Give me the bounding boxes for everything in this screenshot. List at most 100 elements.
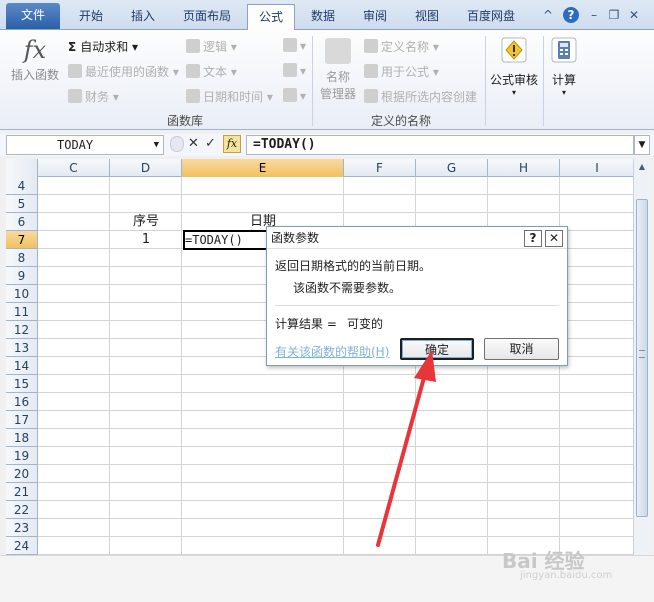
calculation-button[interactable]: 计算 ▾ — [546, 36, 582, 97]
cancel-icon[interactable]: ✕ — [188, 136, 199, 151]
select-all-corner[interactable] — [6, 159, 38, 177]
calculator-icon — [551, 37, 577, 63]
tab-home[interactable]: 开始 — [64, 4, 118, 30]
row-header-7[interactable]: 7 — [6, 231, 38, 249]
formula-bar: TODAY ▼ ✕ ✓ fx =TODAY() ▼ — [0, 134, 654, 156]
tab-file[interactable]: 文件 — [6, 3, 60, 29]
tab-page-layout[interactable]: 页面布局 — [170, 4, 244, 30]
logical-label: 逻辑 — [203, 40, 228, 54]
math-icon — [283, 63, 297, 77]
more-functions-button[interactable]: ▾ — [283, 88, 306, 103]
define-name-button[interactable]: 定义名称 ▾ — [364, 38, 439, 55]
column-header-H[interactable]: H — [488, 159, 560, 177]
insert-function-label: 插入函数 — [10, 68, 59, 82]
recent-functions-button[interactable]: 最近使用的函数 ▾ — [68, 63, 179, 80]
financial-label: 财务 — [85, 90, 110, 104]
row-header-21[interactable]: 21 — [6, 483, 38, 501]
minimize-ribbon-icon[interactable]: ^ — [540, 6, 556, 24]
formula-auditing-label: 公式审核 — [489, 73, 538, 87]
ribbon-separator — [485, 36, 486, 126]
use-in-formula-button[interactable]: 用于公式 ▾ — [364, 63, 439, 80]
datetime-button[interactable]: 日期和时间 ▾ — [186, 88, 273, 105]
column-header-F[interactable]: F — [344, 159, 416, 177]
insert-function-button[interactable]: fx 插入函数 — [8, 36, 62, 83]
math-button[interactable]: ▾ — [283, 63, 306, 78]
lookup-button[interactable]: ▾ — [283, 38, 306, 53]
row-header-9[interactable]: 9 — [6, 267, 38, 285]
use-in-formula-icon — [364, 64, 378, 78]
enter-icon[interactable]: ✓ — [205, 136, 216, 151]
row-header-13[interactable]: 13 — [6, 339, 38, 357]
row-header-16[interactable]: 16 — [6, 393, 38, 411]
row-header-14[interactable]: 14 — [6, 357, 38, 375]
row-header-12[interactable]: 12 — [6, 321, 38, 339]
chevron-down-icon: ▾ — [511, 88, 516, 97]
vertical-scrollbar[interactable]: ▲ — [633, 159, 650, 555]
scroll-up-icon[interactable]: ▲ — [634, 159, 650, 175]
tab-view[interactable]: 视图 — [404, 4, 450, 30]
column-header-E[interactable]: E — [182, 159, 344, 177]
insert-function-icon[interactable]: fx — [223, 135, 241, 153]
row-header-11[interactable]: 11 — [6, 303, 38, 321]
ribbon-formulas: fx 插入函数 Σ 自动求和 ▾ 最近使用的函数 ▾ 财务 ▾ 逻辑 ▾ 文本 ▾… — [0, 30, 654, 130]
name-manager-label-1: 名称 — [325, 70, 350, 84]
row-header-10[interactable]: 10 — [6, 285, 38, 303]
formula-bar-grip-icon — [170, 136, 184, 152]
restore-window-icon[interactable]: ❐ — [606, 6, 622, 24]
formula-input[interactable]: =TODAY() — [246, 135, 634, 155]
row-header-20[interactable]: 20 — [6, 465, 38, 483]
tab-data[interactable]: 数据 — [300, 4, 346, 30]
cancel-button[interactable]: 取消 — [484, 338, 559, 360]
row-header-5[interactable]: 5 — [6, 195, 38, 213]
dialog-close-button[interactable]: ✕ — [545, 230, 563, 247]
autosum-button[interactable]: Σ 自动求和 ▾ — [68, 38, 138, 55]
column-header-C[interactable]: C — [38, 159, 110, 177]
grip-icon — [639, 350, 645, 358]
close-window-icon[interactable]: ✕ — [626, 6, 642, 24]
tab-review[interactable]: 审阅 — [352, 4, 398, 30]
row-header-4[interactable]: 4 — [6, 177, 38, 195]
tab-insert[interactable]: 插入 — [118, 4, 168, 30]
datetime-icon — [186, 89, 200, 103]
row-header-19[interactable]: 19 — [6, 447, 38, 465]
tab-baidu-netdisk[interactable]: 百度网盘 — [456, 4, 526, 30]
scrollbar-thumb[interactable] — [636, 199, 648, 517]
row-header-18[interactable]: 18 — [6, 429, 38, 447]
column-header-G[interactable]: G — [416, 159, 488, 177]
name-box[interactable]: TODAY ▼ — [6, 135, 164, 155]
column-header-I[interactable]: I — [560, 159, 633, 177]
recent-functions-label: 最近使用的函数 — [85, 65, 170, 79]
column-header-D[interactable]: D — [110, 159, 182, 177]
function-description: 返回日期格式的的当前日期。 — [275, 259, 432, 273]
text-button[interactable]: 文本 ▾ — [186, 63, 237, 80]
tab-formulas[interactable]: 公式 — [247, 4, 295, 31]
row-header-15[interactable]: 15 — [6, 375, 38, 393]
define-name-label: 定义名称 — [381, 40, 430, 54]
cell-D6[interactable]: 序号 — [110, 213, 182, 231]
ok-button[interactable]: 确定 — [400, 338, 474, 360]
name-manager-icon — [325, 38, 351, 64]
row-header-24[interactable]: 24 — [6, 537, 38, 555]
dialog-help-button[interactable]: ? — [524, 230, 542, 247]
help-icon[interactable]: ? — [563, 7, 579, 23]
logical-button[interactable]: 逻辑 ▾ — [186, 38, 237, 55]
cell-D7[interactable]: 1 — [110, 231, 182, 249]
name-box-value: TODAY — [57, 138, 94, 152]
row-header-23[interactable]: 23 — [6, 519, 38, 537]
row-header-17[interactable]: 17 — [6, 411, 38, 429]
chevron-down-icon[interactable]: ▼ — [154, 136, 159, 154]
financial-button[interactable]: 财务 ▾ — [68, 88, 119, 105]
row-header-6[interactable]: 6 — [6, 213, 38, 231]
create-from-selection-button[interactable]: 根据所选内容创建 — [364, 88, 477, 105]
name-manager-button[interactable]: 名称 管理器 — [316, 38, 360, 102]
row-header-8[interactable]: 8 — [6, 249, 38, 267]
function-help-link[interactable]: 有关该函数的帮助(H) — [275, 343, 389, 360]
cell-E7[interactable]: =TODAY() — [185, 231, 275, 249]
fx-icon: fx — [23, 36, 47, 64]
row-header-22[interactable]: 22 — [6, 501, 38, 519]
minimize-window-icon[interactable]: – — [586, 6, 602, 24]
gridline — [38, 518, 633, 519]
expand-formula-bar-icon[interactable]: ▼ — [634, 135, 650, 155]
formula-auditing-button[interactable]: 公式审核 ▾ — [488, 36, 540, 97]
text-icon — [186, 64, 200, 78]
